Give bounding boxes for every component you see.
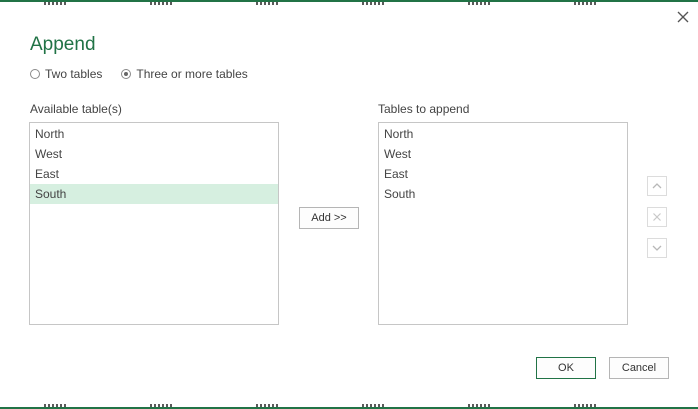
remove-button[interactable]: [647, 207, 667, 227]
list-item[interactable]: West: [379, 144, 627, 164]
ok-button[interactable]: OK: [536, 357, 596, 379]
radio-three-or-more-tables[interactable]: Three or more tables: [121, 67, 248, 81]
chevron-down-icon: [652, 245, 662, 251]
radio-circle-checked[interactable]: [121, 69, 132, 79]
radio-circle[interactable]: [30, 69, 40, 79]
radio-two-tables[interactable]: Two tables: [30, 67, 102, 81]
append-dialog: Append Two tables Three or more tables A…: [0, 0, 698, 409]
radio-three-or-more-label: Three or more tables: [136, 67, 248, 81]
list-item[interactable]: East: [379, 164, 627, 184]
move-up-button[interactable]: [647, 176, 667, 196]
available-tables-label: Available table(s): [30, 102, 122, 116]
list-item[interactable]: North: [379, 124, 627, 144]
remove-x-icon: [653, 213, 661, 221]
list-item[interactable]: East: [30, 164, 278, 184]
background-ticks-top: [0, 2, 698, 6]
cancel-button[interactable]: Cancel: [609, 357, 669, 379]
list-item[interactable]: South: [379, 184, 627, 204]
dialog-title: Append: [30, 34, 96, 55]
tables-to-append-list[interactable]: North West East South: [378, 122, 628, 325]
background-ticks-bottom: [0, 403, 698, 407]
close-icon[interactable]: [674, 8, 692, 26]
available-tables-list[interactable]: North West East South: [29, 122, 279, 325]
move-down-button[interactable]: [647, 238, 667, 258]
tables-to-append-label: Tables to append: [378, 102, 470, 116]
chevron-up-icon: [652, 183, 662, 189]
list-item-selected[interactable]: South: [30, 184, 278, 204]
radio-two-tables-label: Two tables: [45, 67, 103, 81]
list-item[interactable]: North: [30, 124, 278, 144]
list-item[interactable]: West: [30, 144, 278, 164]
mode-radio-group: Two tables Three or more tables: [30, 67, 267, 81]
add-button[interactable]: Add >>: [299, 207, 359, 229]
